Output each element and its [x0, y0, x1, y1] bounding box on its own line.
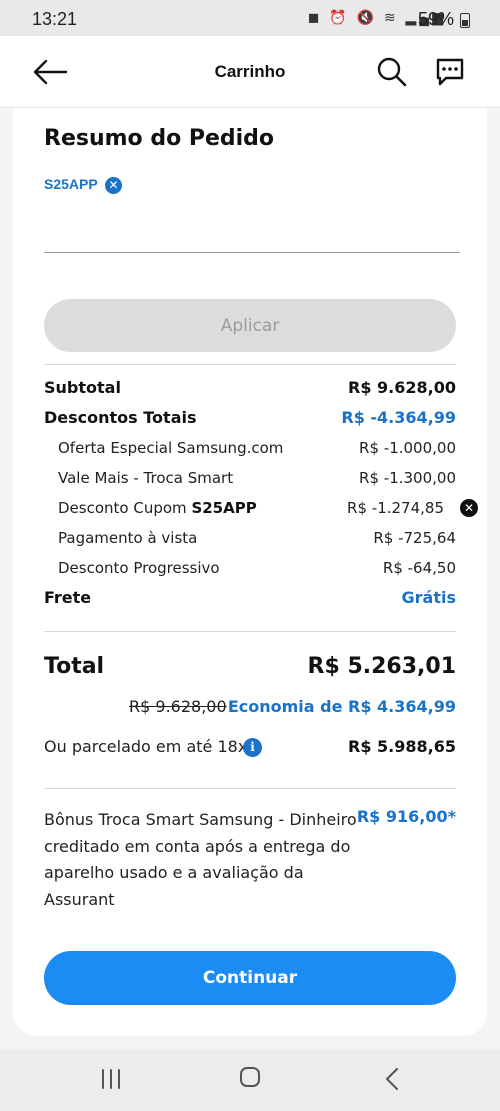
discount-value: R$ -1.300,00 [359, 469, 456, 487]
discount-value: R$ -725,64 [373, 529, 456, 547]
status-bar: 13:21 ◼ ⏰ 🔇 ≋ ▂▄▆ 59% [0, 0, 500, 36]
discount-label-prefix: Desconto Cupom [58, 499, 187, 517]
bonus-description: Bônus Troca Smart Samsung - Dinheiro cre… [44, 810, 357, 909]
discount-label: Vale Mais - Troca Smart [58, 469, 234, 487]
nav-back-icon[interactable] [382, 1066, 402, 1092]
subtotal-value: R$ 9.628,00 [348, 378, 456, 397]
discounts-total-row: Descontos Totais R$ -4.364,99 [44, 408, 456, 432]
total-label: Total [44, 654, 105, 679]
continue-button[interactable]: Continuar [44, 951, 456, 1005]
shipping-value: Grátis [401, 588, 456, 607]
total-value: R$ 5.263,01 [307, 654, 456, 679]
info-icon[interactable]: i [243, 738, 262, 757]
home-icon[interactable] [239, 1066, 261, 1088]
status-time: 13:21 [32, 9, 78, 29]
discount-value: R$ -1.000,00 [359, 439, 456, 457]
discount-label: Pagamento à vista [58, 529, 198, 547]
discount-value: R$ -1.274,85 [347, 499, 444, 517]
discount-row: Vale Mais - Troca Smart R$ -1.300,00 [44, 469, 456, 493]
order-summary-card: Resumo do Pedido S25APP ✕ Aplicar Subtot… [13, 108, 487, 1036]
remove-coupon-icon[interactable]: ✕ [105, 177, 122, 194]
economy-text: Economia de R$ 4.364,99 [227, 697, 456, 716]
discount-coupon-code: S25APP [191, 499, 257, 517]
bonus-value: R$ 916,00* [356, 807, 456, 826]
shipping-label: Frete [44, 588, 92, 607]
discount-value: R$ -64,50 [382, 559, 456, 577]
applied-coupon-tag: S25APP [44, 176, 98, 192]
divider [44, 631, 456, 632]
discount-row: Desconto Progressivo R$ -64,50 [44, 559, 456, 583]
discount-row: Pagamento à vista R$ -725,64 [44, 529, 456, 553]
discount-label: Desconto Cupom S25APP [58, 499, 257, 517]
battery-icon [460, 13, 470, 28]
discounts-total-value: R$ -4.364,99 [341, 408, 456, 427]
shipping-row: Frete Grátis [44, 588, 456, 612]
discount-row: Oferta Especial Samsung.com R$ -1.000,00 [44, 439, 456, 463]
installments-label: Ou parcelado em até 18x [44, 737, 248, 756]
old-price: R$ 9.628,00 [129, 697, 227, 716]
discount-label: Oferta Especial Samsung.com [58, 439, 284, 457]
system-nav-bar [0, 1050, 500, 1111]
subtotal-label: Subtotal [44, 378, 121, 397]
divider [44, 788, 456, 789]
remove-coupon-discount-icon[interactable]: ✕ [460, 499, 478, 517]
page-title: Carrinho [214, 62, 286, 81]
divider [44, 364, 456, 365]
summary-title: Resumo do Pedido [44, 126, 275, 151]
recent-apps-icon[interactable] [100, 1068, 122, 1090]
discount-row: Desconto Cupom S25APP R$ -1.274,85 [44, 499, 456, 523]
battery-percent: 59% [417, 9, 454, 29]
search-icon[interactable] [374, 54, 410, 90]
discount-label: Desconto Progressivo [58, 559, 220, 577]
chat-icon[interactable] [432, 54, 468, 90]
discounts-total-label: Descontos Totais [44, 408, 197, 427]
subtotal-row: Subtotal R$ 9.628,00 [44, 378, 456, 402]
installments-value: R$ 5.988,65 [348, 737, 456, 756]
app-header: Carrinho [0, 36, 500, 108]
apply-coupon-button[interactable]: Aplicar [44, 299, 456, 352]
coupon-input[interactable] [44, 214, 460, 253]
